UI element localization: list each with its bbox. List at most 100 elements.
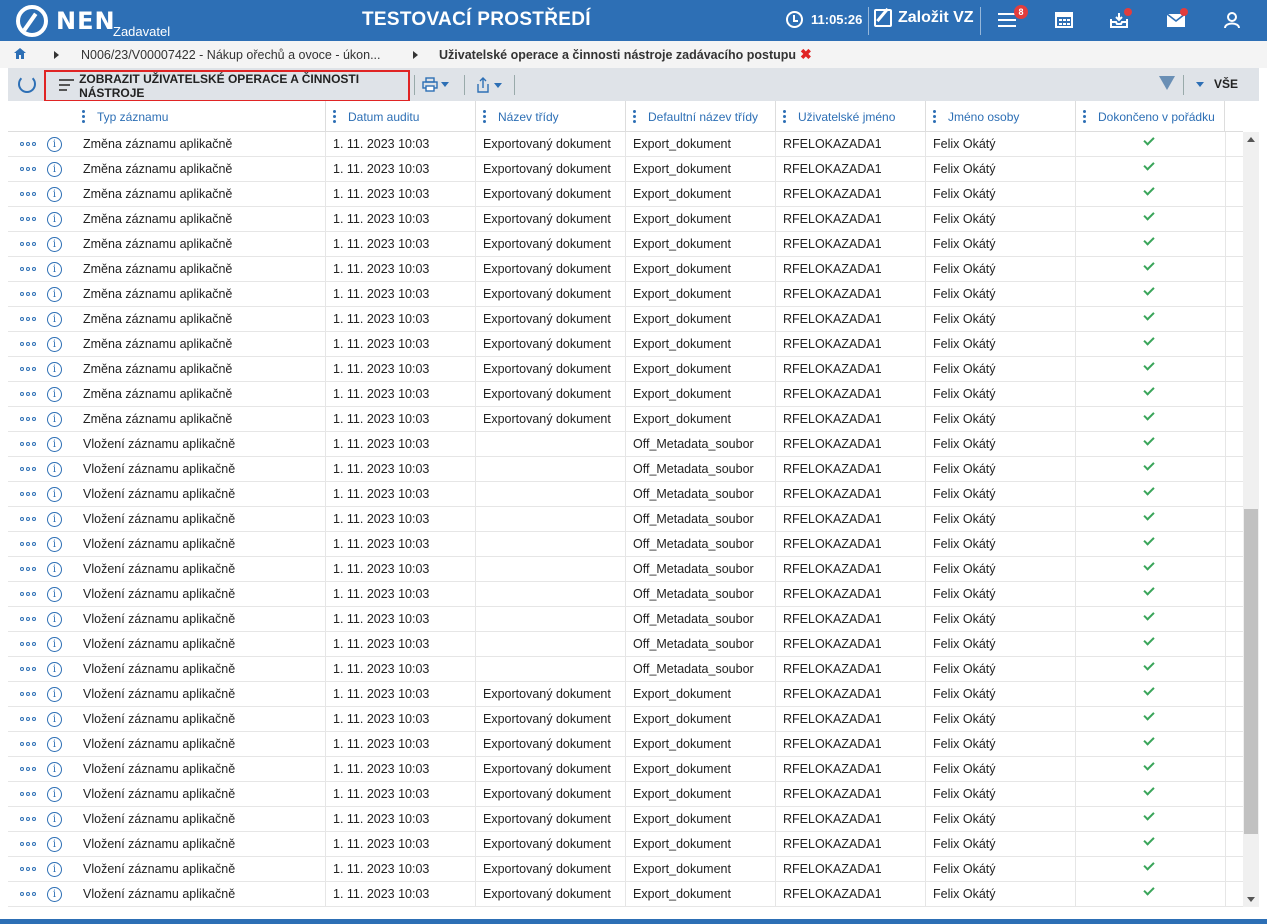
- filter-icon[interactable]: [1159, 76, 1175, 90]
- row-info-icon[interactable]: i: [47, 562, 62, 577]
- export-menu-button[interactable]: [475, 77, 502, 93]
- table-row[interactable]: i Změna záznamu aplikačně 1. 11. 2023 10:0…: [8, 407, 1243, 432]
- row-actions-icon[interactable]: [20, 692, 38, 696]
- scroll-up-icon[interactable]: [1247, 137, 1255, 142]
- row-info-icon[interactable]: i: [47, 737, 62, 752]
- table-row[interactable]: i Změna záznamu aplikačně 1. 11. 2023 10:0…: [8, 257, 1243, 282]
- row-actions-icon[interactable]: [20, 442, 38, 446]
- scrollbar-thumb[interactable]: [1244, 509, 1258, 834]
- table-row[interactable]: i Vložení záznamu aplikačně 1. 11. 2023 10…: [8, 457, 1243, 482]
- column-menu-icon[interactable]: [633, 110, 636, 125]
- row-info-icon[interactable]: i: [47, 512, 62, 527]
- column-menu-icon[interactable]: [1083, 110, 1086, 125]
- row-info-icon[interactable]: i: [47, 412, 62, 427]
- table-row[interactable]: i Vložení záznamu aplikačně 1. 11. 2023 10…: [8, 782, 1243, 807]
- row-actions-icon[interactable]: [20, 492, 38, 496]
- table-row[interactable]: i Změna záznamu aplikačně 1. 11. 2023 10:0…: [8, 207, 1243, 232]
- column-menu-icon[interactable]: [82, 110, 85, 125]
- close-tab-icon[interactable]: ✖: [800, 46, 812, 63]
- row-info-icon[interactable]: i: [47, 187, 62, 202]
- column-header-person-name[interactable]: Jméno osoby: [925, 101, 1075, 132]
- table-row[interactable]: i Změna záznamu aplikačně 1. 11. 2023 10:0…: [8, 307, 1243, 332]
- row-info-icon[interactable]: i: [47, 762, 62, 777]
- table-row[interactable]: i Změna záznamu aplikačně 1. 11. 2023 10:0…: [8, 382, 1243, 407]
- row-info-icon[interactable]: i: [47, 837, 62, 852]
- table-row[interactable]: i Vložení záznamu aplikačně 1. 11. 2023 10…: [8, 557, 1243, 582]
- row-info-icon[interactable]: i: [47, 862, 62, 877]
- table-row[interactable]: i Vložení záznamu aplikačně 1. 11. 2023 10…: [8, 607, 1243, 632]
- table-row[interactable]: i Změna záznamu aplikačně 1. 11. 2023 10:0…: [8, 357, 1243, 382]
- row-info-icon[interactable]: i: [47, 212, 62, 227]
- row-actions-icon[interactable]: [20, 792, 38, 796]
- table-row[interactable]: i Změna záznamu aplikačně 1. 11. 2023 10:0…: [8, 132, 1243, 157]
- column-header-completed-ok[interactable]: Dokončeno v pořádku: [1075, 101, 1225, 132]
- row-actions-icon[interactable]: [20, 742, 38, 746]
- row-info-icon[interactable]: i: [47, 587, 62, 602]
- table-row[interactable]: i Vložení záznamu aplikačně 1. 11. 2023 10…: [8, 632, 1243, 657]
- row-info-icon[interactable]: i: [47, 662, 62, 677]
- row-actions-icon[interactable]: [20, 517, 38, 521]
- row-actions-icon[interactable]: [20, 642, 38, 646]
- home-icon[interactable]: [14, 48, 26, 59]
- table-row[interactable]: i Změna záznamu aplikačně 1. 11. 2023 10:0…: [8, 232, 1243, 257]
- table-row[interactable]: i Vložení záznamu aplikačně 1. 11. 2023 10…: [8, 682, 1243, 707]
- row-actions-icon[interactable]: [20, 767, 38, 771]
- row-actions-icon[interactable]: [20, 342, 38, 346]
- table-row[interactable]: i Vložení záznamu aplikačně 1. 11. 2023 10…: [8, 657, 1243, 682]
- row-info-icon[interactable]: i: [47, 812, 62, 827]
- scope-selector[interactable]: VŠE: [1196, 77, 1238, 91]
- row-actions-icon[interactable]: [20, 167, 38, 171]
- row-actions-icon[interactable]: [20, 567, 38, 571]
- show-user-operations-button[interactable]: ZOBRAZIT UŽIVATELSKÉ OPERACE A ČINNOSTI …: [44, 70, 410, 102]
- table-row[interactable]: i Vložení záznamu aplikačně 1. 11. 2023 10…: [8, 707, 1243, 732]
- row-actions-icon[interactable]: [20, 592, 38, 596]
- table-row[interactable]: i Změna záznamu aplikačně 1. 11. 2023 10:0…: [8, 157, 1243, 182]
- row-info-icon[interactable]: i: [47, 612, 62, 627]
- row-actions-icon[interactable]: [20, 842, 38, 846]
- row-actions-icon[interactable]: [20, 292, 38, 296]
- row-info-icon[interactable]: i: [47, 712, 62, 727]
- row-actions-icon[interactable]: [20, 542, 38, 546]
- column-header-default-class-name[interactable]: Defaultní název třídy: [625, 101, 775, 132]
- breadcrumb-item-procurement[interactable]: N006/23/V00007422 - Nákup ořechů a ovoce…: [81, 48, 381, 62]
- table-row[interactable]: i Vložení záznamu aplikačně 1. 11. 2023 10…: [8, 757, 1243, 782]
- row-info-icon[interactable]: i: [47, 287, 62, 302]
- calendar-icon[interactable]: [1054, 11, 1074, 29]
- row-info-icon[interactable]: i: [47, 687, 62, 702]
- row-actions-icon[interactable]: [20, 617, 38, 621]
- row-info-icon[interactable]: i: [47, 637, 62, 652]
- row-info-icon[interactable]: i: [47, 137, 62, 152]
- table-row[interactable]: i Vložení záznamu aplikačně 1. 11. 2023 10…: [8, 732, 1243, 757]
- row-info-icon[interactable]: i: [47, 337, 62, 352]
- column-menu-icon[interactable]: [783, 110, 786, 125]
- row-info-icon[interactable]: i: [47, 437, 62, 452]
- row-actions-icon[interactable]: [20, 142, 38, 146]
- row-actions-icon[interactable]: [20, 392, 38, 396]
- row-actions-icon[interactable]: [20, 192, 38, 196]
- table-row[interactable]: i Vložení záznamu aplikačně 1. 11. 2023 10…: [8, 482, 1243, 507]
- table-row[interactable]: i Změna záznamu aplikačně 1. 11. 2023 10:0…: [8, 282, 1243, 307]
- table-row[interactable]: i Změna záznamu aplikačně 1. 11. 2023 10:0…: [8, 332, 1243, 357]
- row-actions-icon[interactable]: [20, 317, 38, 321]
- column-menu-icon[interactable]: [933, 110, 936, 125]
- column-header-class-name[interactable]: Název třídy: [475, 101, 625, 132]
- row-info-icon[interactable]: i: [47, 262, 62, 277]
- row-actions-icon[interactable]: [20, 467, 38, 471]
- row-info-icon[interactable]: i: [47, 162, 62, 177]
- row-info-icon[interactable]: i: [47, 537, 62, 552]
- row-info-icon[interactable]: i: [47, 387, 62, 402]
- row-actions-icon[interactable]: [20, 267, 38, 271]
- column-header-record-type[interactable]: Typ záznamu: [75, 101, 325, 132]
- table-row[interactable]: i Vložení záznamu aplikačně 1. 11. 2023 10…: [8, 832, 1243, 857]
- row-actions-icon[interactable]: [20, 417, 38, 421]
- scroll-down-icon[interactable]: [1247, 897, 1255, 902]
- row-actions-icon[interactable]: [20, 892, 38, 896]
- row-info-icon[interactable]: i: [47, 787, 62, 802]
- row-actions-icon[interactable]: [20, 867, 38, 871]
- table-row[interactable]: i Vložení záznamu aplikačně 1. 11. 2023 10…: [8, 507, 1243, 532]
- column-header-username[interactable]: Uživatelské jméno: [775, 101, 925, 132]
- row-actions-icon[interactable]: [20, 717, 38, 721]
- row-info-icon[interactable]: i: [47, 462, 62, 477]
- column-header-audit-date[interactable]: Datum auditu: [325, 101, 475, 132]
- refresh-icon[interactable]: [18, 75, 36, 93]
